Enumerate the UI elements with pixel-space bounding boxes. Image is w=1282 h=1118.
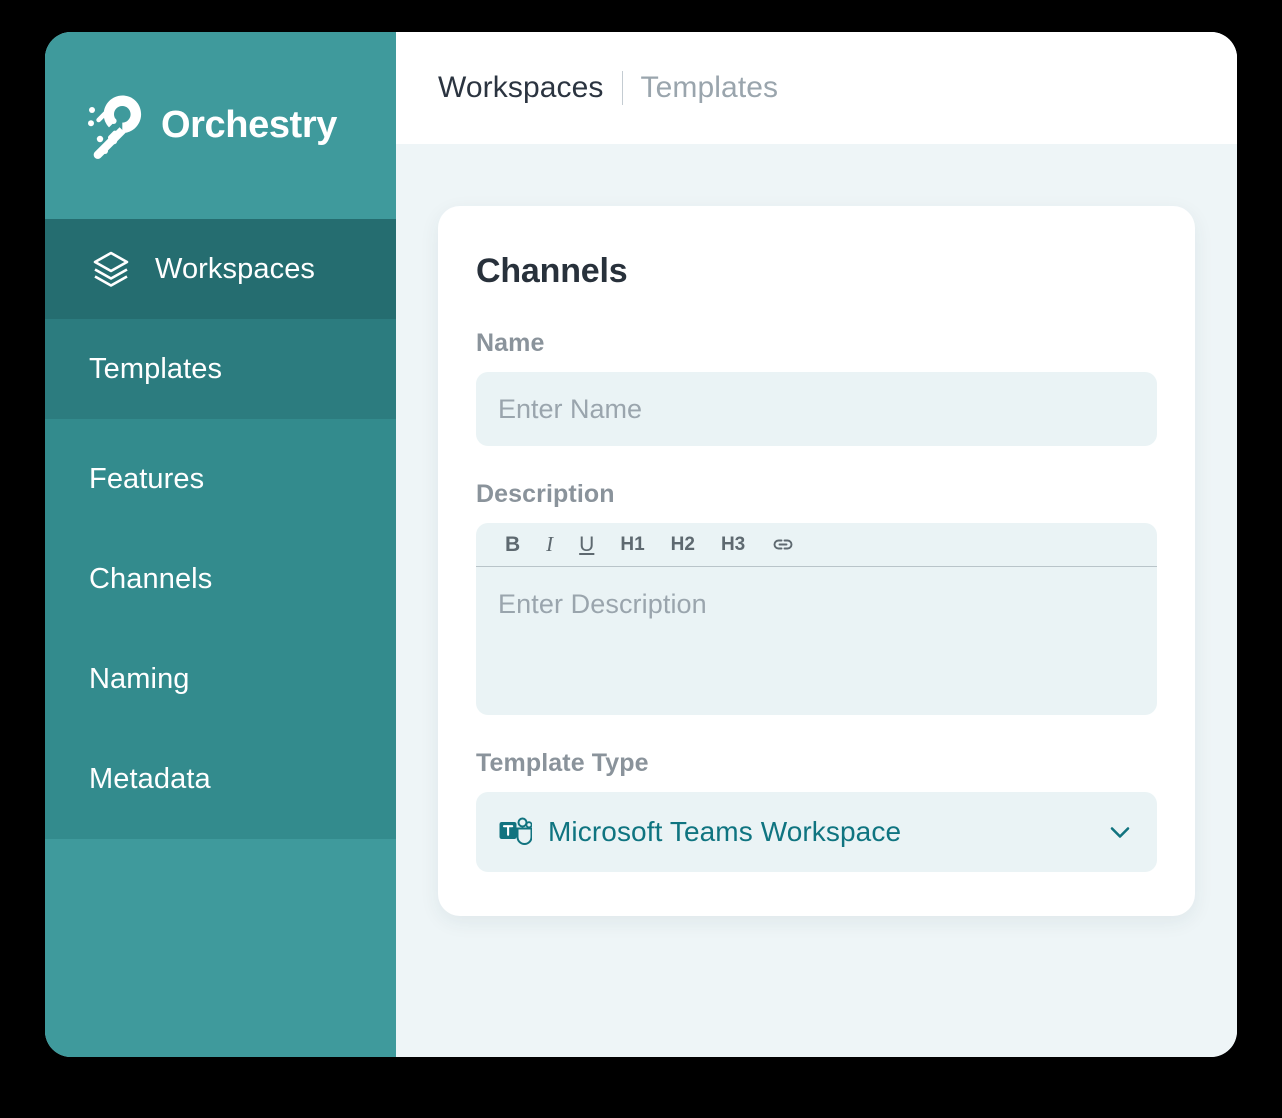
page-title: Channels xyxy=(476,252,1157,291)
sidebar-item-workspaces-label: Workspaces xyxy=(155,253,315,286)
layers-icon xyxy=(89,247,133,291)
sidebar-item-templates-label: Templates xyxy=(89,353,222,386)
orchestry-comet-logo-icon xyxy=(81,89,155,163)
sidebar: Orchestry Workspaces Templates Features xyxy=(45,32,396,1057)
brand-name: Orchestry xyxy=(161,104,337,147)
microsoft-teams-icon xyxy=(498,815,532,849)
breadcrumb-parent[interactable]: Templates xyxy=(641,71,779,105)
description-field-block: Description B I U H1 H2 H3 xyxy=(476,480,1157,715)
breadcrumb-current[interactable]: Workspaces xyxy=(438,71,604,105)
main-content: Workspaces Templates Channels Name Descr… xyxy=(396,32,1237,1057)
breadcrumb-divider xyxy=(622,71,623,105)
content-area: Channels Name Description B I U H1 xyxy=(396,144,1237,1057)
template-type-select[interactable]: Microsoft Teams Workspace xyxy=(476,792,1157,872)
sidebar-item-naming-label: Naming xyxy=(89,663,190,696)
description-textarea[interactable]: Enter Description xyxy=(476,567,1157,715)
name-field-label: Name xyxy=(476,329,1157,358)
brand-logo-area[interactable]: Orchestry xyxy=(45,32,396,219)
sidebar-filler xyxy=(45,839,396,1057)
sidebar-sub-nav: Features Channels Naming Metadata xyxy=(45,419,396,839)
heading-2-icon[interactable]: H2 xyxy=(658,535,708,554)
description-editor: B I U H1 H2 H3 xyxy=(476,523,1157,715)
link-icon[interactable] xyxy=(758,535,808,555)
description-field-label: Description xyxy=(476,480,1157,509)
chevron-down-icon[interactable] xyxy=(1105,817,1135,847)
sidebar-item-naming[interactable]: Naming xyxy=(45,629,396,729)
heading-1-icon[interactable]: H1 xyxy=(607,535,657,554)
sidebar-item-templates[interactable]: Templates xyxy=(45,319,396,419)
sidebar-item-features[interactable]: Features xyxy=(45,429,396,529)
name-field-block: Name xyxy=(476,329,1157,446)
italic-icon[interactable]: I xyxy=(533,534,566,555)
breadcrumb: Workspaces Templates xyxy=(396,32,1237,144)
editor-toolbar: B I U H1 H2 H3 xyxy=(476,523,1157,567)
sidebar-item-metadata[interactable]: Metadata xyxy=(45,729,396,829)
bold-icon[interactable]: B xyxy=(492,534,533,555)
sidebar-item-channels[interactable]: Channels xyxy=(45,529,396,629)
heading-3-icon[interactable]: H3 xyxy=(708,535,758,554)
sidebar-item-workspaces[interactable]: Workspaces xyxy=(45,219,396,319)
sidebar-item-metadata-label: Metadata xyxy=(89,763,211,796)
template-type-field-block: Template Type Microsoft Teams Worksp xyxy=(476,749,1157,872)
underline-icon[interactable]: U xyxy=(566,534,607,555)
app-window: Orchestry Workspaces Templates Features xyxy=(45,32,1237,1057)
channels-form-card: Channels Name Description B I U H1 xyxy=(438,206,1195,916)
template-type-field-label: Template Type xyxy=(476,749,1157,778)
template-type-selected-value: Microsoft Teams Workspace xyxy=(548,816,1089,848)
sidebar-item-channels-label: Channels xyxy=(89,563,212,596)
name-input[interactable] xyxy=(476,372,1157,446)
sidebar-item-features-label: Features xyxy=(89,463,204,496)
